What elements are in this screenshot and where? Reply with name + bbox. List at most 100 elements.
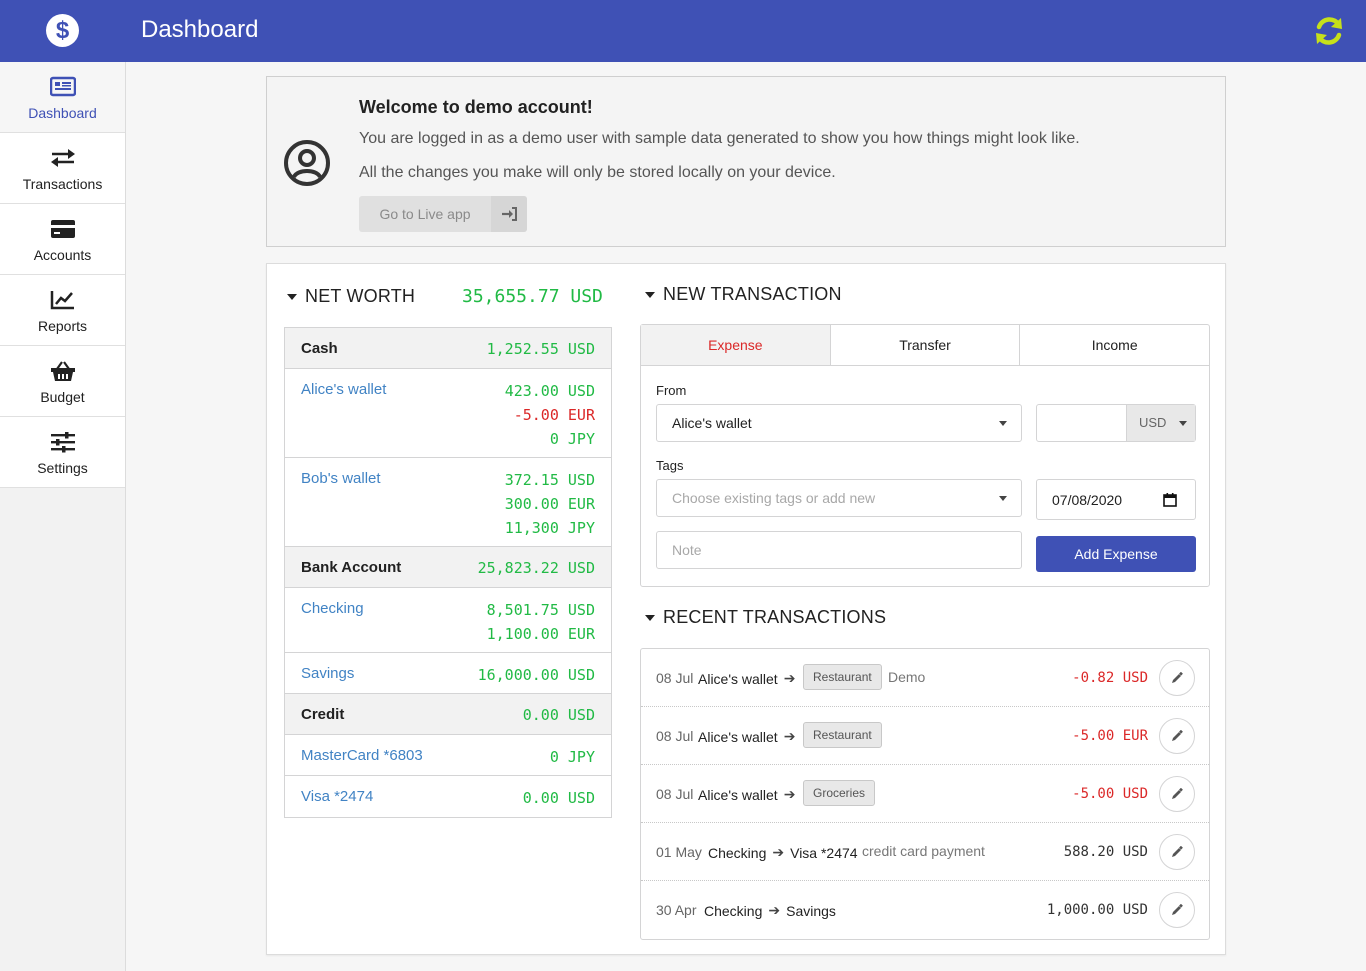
account-link[interactable]: Alice's wallet — [301, 381, 386, 398]
welcome-text: All the changes you make will only be st… — [359, 164, 836, 181]
sidebar-item-dashboard[interactable]: Dashboard — [0, 62, 125, 133]
arrow-right-icon: ➔ — [783, 728, 796, 744]
tags-select[interactable]: Choose existing tags or add new — [656, 479, 1022, 517]
edit-button[interactable] — [1159, 776, 1195, 812]
transaction-type-tabs: Expense Transfer Income — [641, 325, 1209, 366]
group-name: Cash — [301, 340, 338, 357]
transaction-row[interactable]: 30 Apr Checking ➔ Savings 1,000.00 USD — [641, 881, 1209, 939]
transaction-amount: -0.82 USD — [1072, 670, 1148, 686]
transaction-amount: 1,000.00 USD — [1046, 902, 1148, 918]
transaction-row[interactable]: 08 Jul Alice's wallet ➔ Restaurant Demo … — [641, 649, 1209, 707]
account-balances: 372.15 USD 300.00 EUR 11,300 JPY — [505, 468, 595, 540]
from-account-value: Alice's wallet — [672, 415, 752, 431]
group-total: 0.00 USD — [522, 706, 595, 724]
transaction-note: Demo — [888, 669, 926, 685]
transaction-date: 08 Jul — [656, 670, 694, 686]
from-account: Alice's wallet — [698, 728, 778, 745]
pencil-icon — [1172, 730, 1183, 741]
account-balances: 16,000.00 USD — [478, 663, 595, 687]
group-name: Credit — [301, 706, 345, 723]
balance-value: 423.00 USD — [504, 382, 595, 400]
sidebar-item-budget[interactable]: Budget — [0, 346, 125, 417]
sidebar-item-reports[interactable]: Reports — [0, 275, 125, 346]
sidebar: Dashboard Transactions Accounts Reports … — [0, 62, 126, 971]
tags-label: Tags — [656, 458, 684, 473]
caret-down-icon — [287, 293, 297, 300]
edit-button[interactable] — [1159, 892, 1195, 928]
balance-value: 0.00 USD — [522, 789, 595, 807]
amount-field[interactable]: USD — [1036, 404, 1196, 442]
net-worth-table: Cash 1,252.55 USD Alice's wallet 423.00 … — [284, 327, 612, 818]
tag-badge: Restaurant — [803, 664, 882, 690]
tab-expense[interactable]: Expense — [641, 325, 831, 365]
net-worth-header[interactable]: NET WORTH — [287, 286, 415, 307]
account-row: Savings 16,000.00 USD — [285, 653, 611, 694]
new-transaction-header[interactable]: NEW TRANSACTION — [645, 284, 842, 305]
transaction-date: 01 May — [656, 844, 702, 860]
account-link[interactable]: Savings — [301, 665, 354, 682]
calendar-icon[interactable] — [1163, 493, 1177, 507]
balance-value: 1,100.00 EUR — [486, 625, 595, 643]
sidebar-item-label: Dashboard — [28, 105, 97, 121]
date-value: 07/08/2020 — [1052, 492, 1123, 508]
from-account-select[interactable]: Alice's wallet — [656, 404, 1022, 442]
group-total: 1,252.55 USD — [486, 340, 595, 358]
recent-transactions-list: 08 Jul Alice's wallet ➔ Restaurant Demo … — [640, 648, 1210, 940]
transaction-accounts: Checking ➔ Visa *2474 — [708, 844, 858, 861]
sync-icon[interactable] — [1312, 14, 1346, 48]
dashboard-card: NET WORTH 35,655.77 USD Cash 1,252.55 US… — [266, 263, 1226, 955]
demo-welcome-message: Welcome to demo account! You are logged … — [266, 76, 1226, 247]
transaction-row[interactable]: 08 Jul Alice's wallet ➔ Groceries -5.00 … — [641, 765, 1209, 823]
tags-placeholder: Choose existing tags or add new — [672, 490, 876, 506]
pencil-icon — [1172, 904, 1183, 915]
currency-select[interactable]: USD — [1126, 405, 1195, 441]
tab-transfer[interactable]: Transfer — [831, 325, 1021, 365]
balance-value: 11,300 JPY — [504, 519, 595, 537]
date-field[interactable]: 07/08/2020 — [1036, 479, 1196, 520]
dropdown-icon — [999, 421, 1007, 426]
account-balances: 423.00 USD -5.00 EUR 0 JPY — [505, 379, 595, 451]
account-row: Checking 8,501.75 USD 1,100.00 EUR — [285, 588, 611, 653]
exchange-icon — [0, 146, 125, 170]
dropdown-icon — [1179, 421, 1187, 426]
account-link[interactable]: Bob's wallet — [301, 470, 381, 487]
balance-value: 0 JPY — [549, 430, 595, 448]
transaction-accounts: Alice's wallet ➔ — [698, 786, 801, 803]
account-group-row: Cash 1,252.55 USD — [285, 328, 611, 369]
shopping-basket-icon — [0, 359, 125, 383]
transaction-row[interactable]: 08 Jul Alice's wallet ➔ Restaurant -5.00… — [641, 707, 1209, 765]
account-link[interactable]: Checking — [301, 600, 364, 617]
balance-value: 0 JPY — [549, 748, 595, 766]
account-link[interactable]: MasterCard *6803 — [301, 747, 423, 764]
edit-button[interactable] — [1159, 718, 1195, 754]
account-row: Visa *2474 0.00 USD — [285, 776, 611, 817]
go-to-live-app-button[interactable]: Go to Live app — [359, 196, 527, 232]
pencil-icon — [1172, 788, 1183, 799]
sliders-icon — [0, 430, 125, 454]
account-link[interactable]: Visa *2474 — [301, 788, 373, 805]
dollar-logo-icon[interactable]: $ — [46, 14, 79, 47]
section-title: RECENT TRANSACTIONS — [663, 607, 887, 627]
transaction-row[interactable]: 01 May Checking ➔ Visa *2474 credit card… — [641, 823, 1209, 881]
account-row: Alice's wallet 423.00 USD -5.00 EUR 0 JP… — [285, 369, 611, 458]
pencil-icon — [1172, 672, 1183, 683]
sign-in-icon — [491, 196, 527, 232]
sidebar-item-settings[interactable]: Settings — [0, 417, 125, 488]
account-row: Bob's wallet 372.15 USD 300.00 EUR 11,30… — [285, 458, 611, 547]
sidebar-item-label: Settings — [37, 460, 88, 476]
sidebar-item-accounts[interactable]: Accounts — [0, 204, 125, 275]
arrow-right-icon: ➔ — [772, 844, 785, 860]
edit-button[interactable] — [1159, 660, 1195, 696]
from-account: Alice's wallet — [698, 786, 778, 803]
recent-transactions-header[interactable]: RECENT TRANSACTIONS — [645, 607, 886, 628]
add-expense-button[interactable]: Add Expense — [1036, 536, 1196, 572]
sidebar-item-transactions[interactable]: Transactions — [0, 133, 125, 204]
tab-income[interactable]: Income — [1020, 325, 1209, 365]
note-input[interactable]: Note — [656, 531, 1022, 569]
sidebar-item-label: Budget — [40, 389, 85, 405]
welcome-text: You are logged in as a demo user with sa… — [359, 130, 1080, 147]
transaction-date: 30 Apr — [656, 902, 697, 918]
edit-button[interactable] — [1159, 834, 1195, 870]
account-balances: 0.00 USD — [523, 786, 595, 810]
account-balances: 0 JPY — [550, 745, 595, 769]
